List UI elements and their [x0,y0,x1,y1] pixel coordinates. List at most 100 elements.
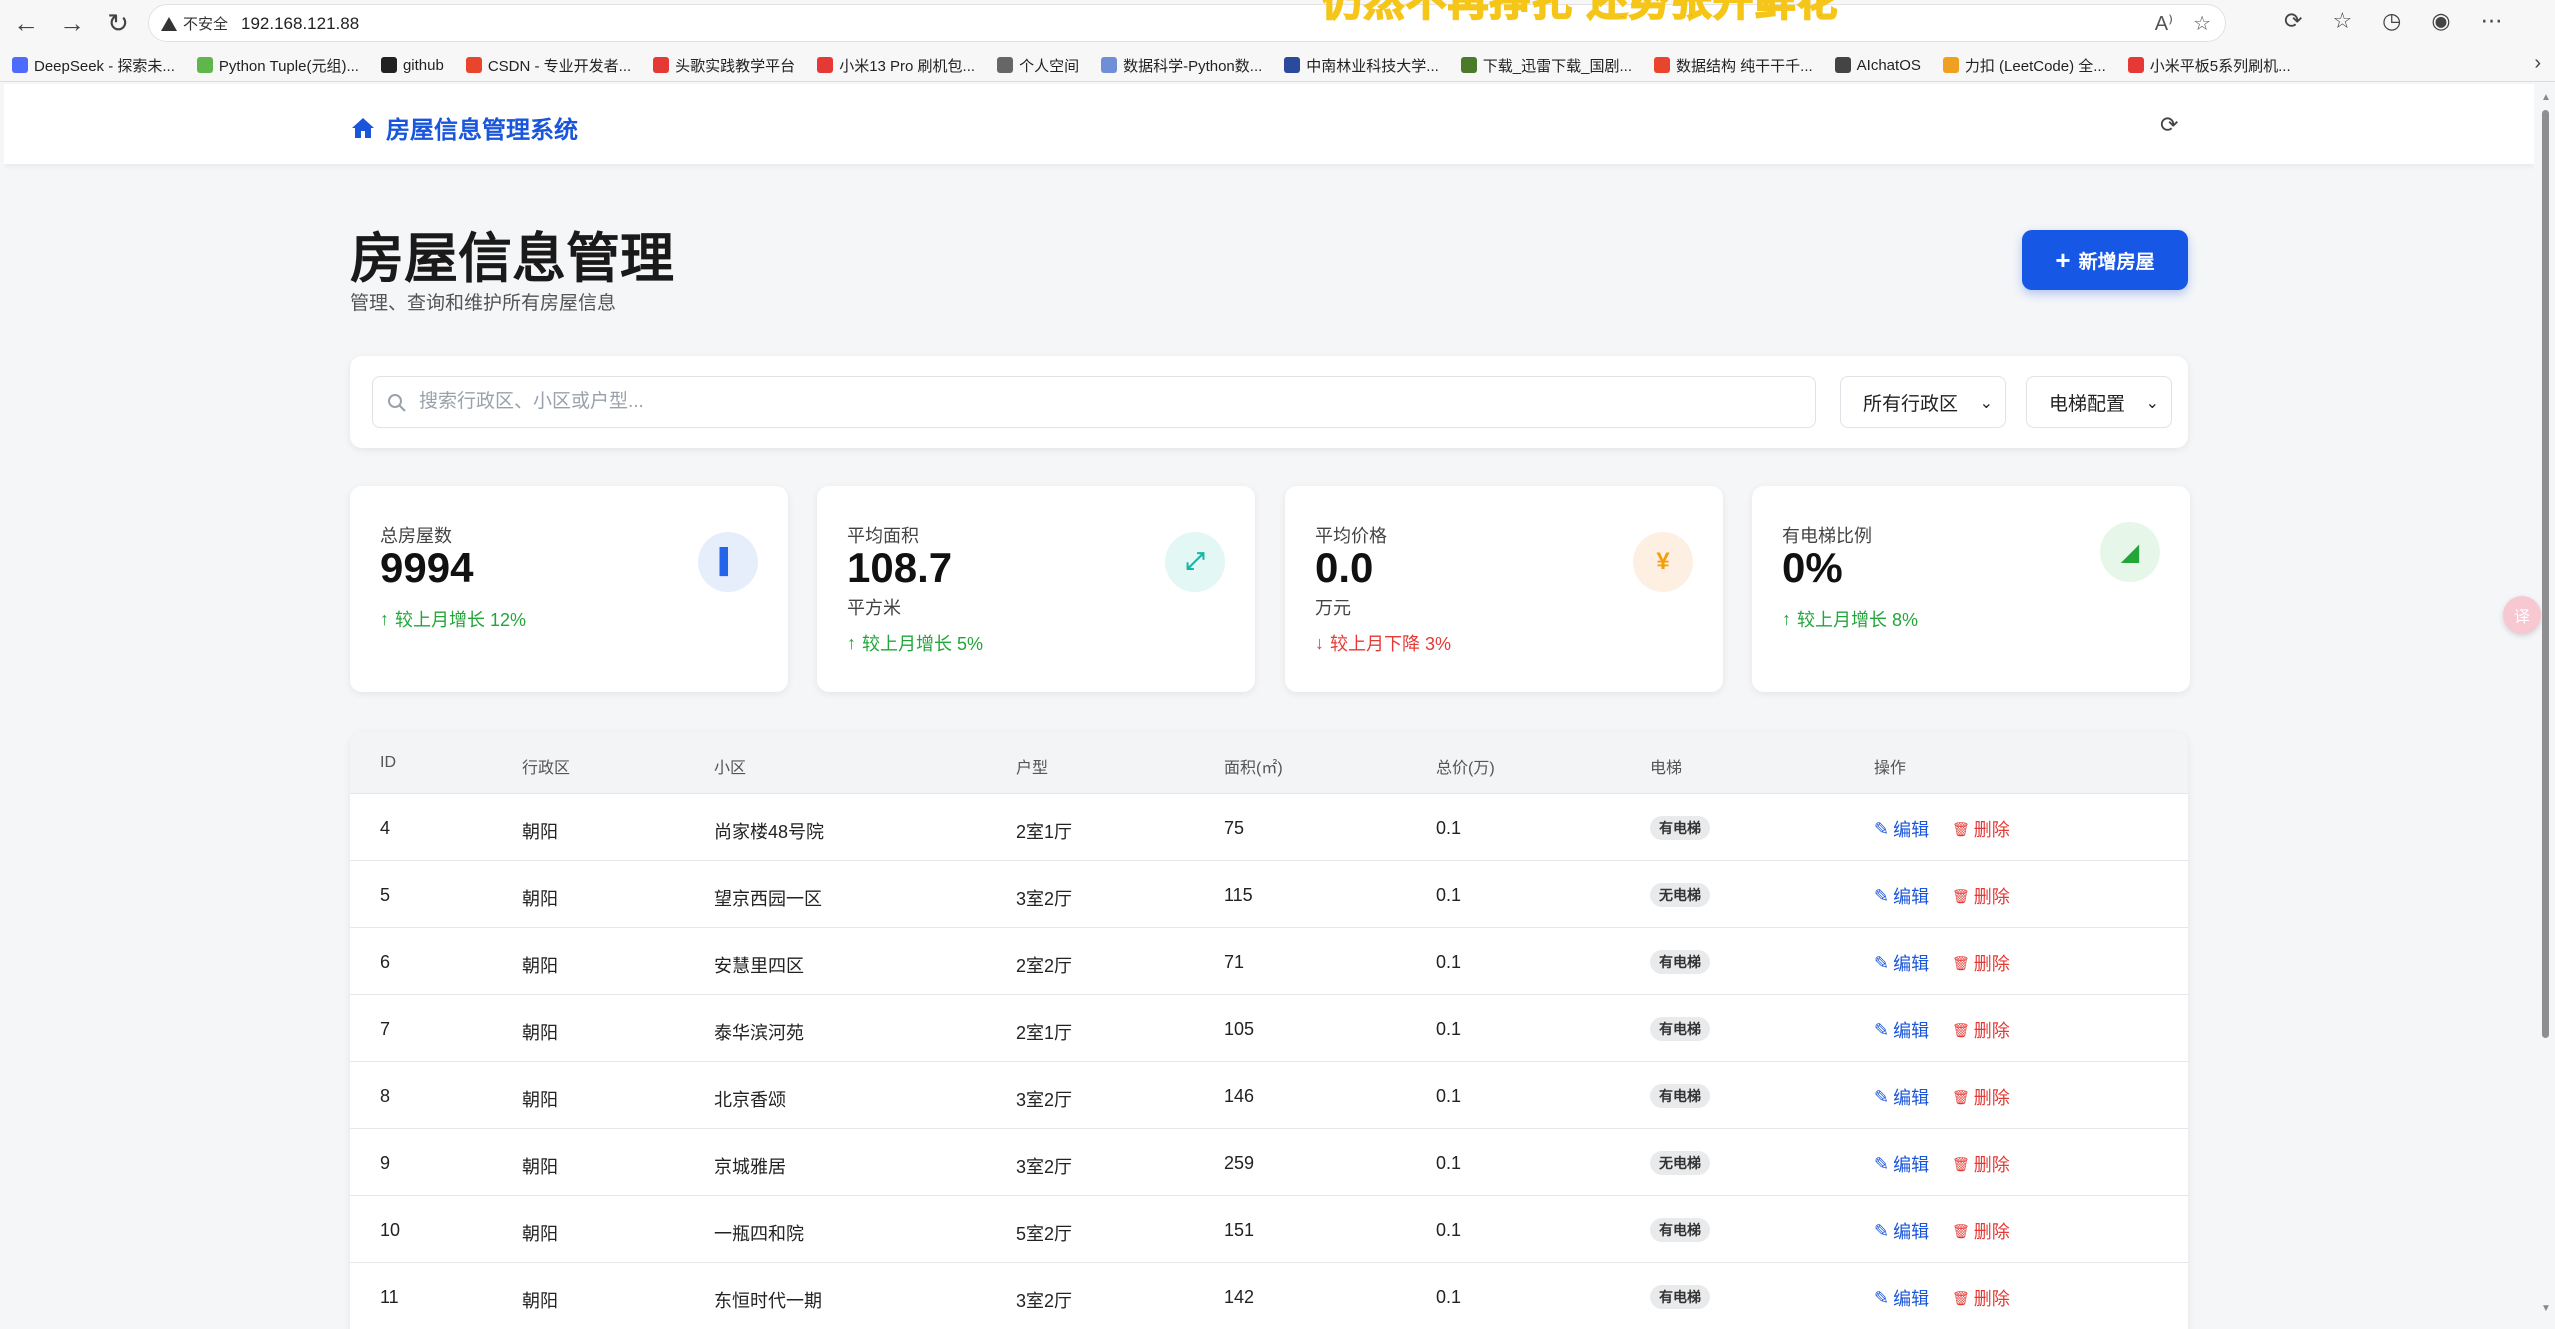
bookmark-item[interactable]: 头歌实践教学平台 [653,55,795,76]
profile-icon[interactable]: ◉ [2431,8,2450,34]
refresh-icon[interactable]: ⟳ [2160,112,2178,138]
bookmark-item[interactable]: 小米13 Pro 刷机包... [817,55,975,76]
page-scrollbar[interactable]: ▲ ▼ [2539,88,2551,1324]
delete-button[interactable]: 🗑 删除 [1952,883,2010,909]
extensions-icon[interactable]: ⟳ [2284,8,2302,34]
page-title: 房屋信息管理 [350,229,674,289]
browser-toolbar: ⟳ ☆ ◷ ◉ ⋯ [2284,8,2503,34]
stat-card: 有电梯比例 0% ↑ 较上月增长 8% ◢ [1752,486,2190,692]
edit-button[interactable]: ✎ 编辑 [1874,1017,1929,1043]
bookmark-label: 个人空间 [1019,57,1080,75]
banner-overlay-text: 仍然不再挣扎 还势张开鲜花 [1322,0,1840,22]
search-input[interactable] [419,377,1799,427]
elevator-badge: 有电梯 [1650,1218,1710,1242]
cell-id: 7 [380,1019,391,1039]
bookmark-favicon-icon [653,57,670,73]
address-bar-actions: A⁾ ☆ [2155,11,2211,36]
bookmark-item[interactable]: CSDN - 专业开发者... [465,55,631,76]
edit-button[interactable]: ✎ 编辑 [1874,1285,1929,1311]
stat-unit: 平方米 [847,598,901,618]
cell-id: 5 [380,885,391,905]
history-icon[interactable]: ◷ [2382,8,2401,34]
cell-community: 东恒时代一期 [714,1291,822,1311]
scroll-down-icon[interactable]: ▼ [2541,1303,2551,1314]
delete-button[interactable]: 🗑 删除 [1952,1218,2010,1244]
bookmark-item[interactable]: 小米平板5系列刷机... [2127,55,2291,76]
trash-icon: 🗑 [1952,1289,1970,1306]
bookmark-label: AIchatOS [1856,56,1921,74]
elevator-select[interactable]: 电梯配置 ⌄ [2026,376,2172,428]
stat-value: 9994 [380,544,474,591]
delete-button[interactable]: 🗑 删除 [1952,1285,2010,1311]
page-subtitle: 管理、查询和维护所有房屋信息 [350,293,617,314]
reload-icon[interactable]: ↻ [100,6,136,40]
favorite-star-icon[interactable]: ☆ [2193,11,2211,36]
scroll-up-icon[interactable]: ▲ [2541,92,2551,103]
edit-button[interactable]: ✎ 编辑 [1874,950,1929,976]
more-icon[interactable]: ⋯ [2481,8,2503,34]
cell-community: 京城雅居 [714,1157,786,1177]
scrollbar-thumb[interactable] [2542,110,2549,1038]
edit-button[interactable]: ✎ 编辑 [1874,816,1929,842]
stat-trend: ↑ 较上月增长 12% [380,606,526,632]
stat-trend-text: 较上月增长 8% [1797,610,1919,630]
brand-name: 房屋信息管理系统 [386,117,578,144]
trash-icon: 🗑 [1952,954,1970,971]
edit-label: 编辑 [1893,1222,1930,1242]
add-house-button[interactable]: + 新增房屋 [2022,230,2188,290]
forward-icon[interactable]: → [54,6,90,40]
bookmark-item[interactable]: 下载_迅雷下载_国剧... [1460,55,1632,76]
cell-district: 朝阳 [522,1090,558,1110]
security-indicator[interactable]: 不安全 [161,13,228,34]
bookmark-favicon-icon [196,57,213,73]
cell-area: 146 [1224,1086,1255,1106]
bookmark-favicon-icon [12,57,28,73]
read-aloud-icon[interactable]: A⁾ [2155,11,2173,36]
delete-button[interactable]: 🗑 删除 [1952,1084,2010,1110]
cell-area: 115 [1224,885,1253,905]
bookmark-item[interactable]: DeepSeek - 探索未... [12,55,175,76]
column-header: 行政区 [522,760,571,777]
edit-button[interactable]: ✎ 编辑 [1874,1151,1929,1177]
bookmark-item[interactable]: 数据科学-Python数... [1101,55,1262,76]
address-bar[interactable]: 不安全 192.168.121.88 A⁾ ☆ [148,4,2226,42]
search-box[interactable] [372,376,1816,428]
pencil-icon: ✎ [1874,1019,1890,1040]
cell-layout: 3室2厅 [1016,1090,1073,1110]
pencil-icon: ✎ [1874,952,1890,973]
bookmark-item[interactable]: AIchatOS [1834,56,1921,74]
top-navbar: 房屋信息管理系统 ⟳ [4,84,2534,164]
bookmark-favicon-icon [817,57,834,73]
table-row: 7 朝阳 泰华滨河苑 2室1厅 105 0.1 有电梯 ✎ 编辑 🗑 删除 [350,995,2188,1062]
district-select[interactable]: 所有行政区 ⌄ [1840,376,2006,428]
bookmark-item[interactable]: Python Tuple(元组)... [196,55,359,76]
bookmark-item[interactable]: 个人空间 [997,55,1079,76]
bookmark-favicon-icon [1654,57,1670,73]
delete-button[interactable]: 🗑 删除 [1952,1151,2010,1177]
edit-button[interactable]: ✎ 编辑 [1874,883,1929,909]
favorites-icon[interactable]: ☆ [2332,8,2352,34]
bookmark-item[interactable]: github [380,57,444,74]
bookmark-item[interactable]: 力扣 (LeetCode) 全... [1942,55,2106,76]
expand-icon: ⤢ [1165,532,1225,592]
edit-button[interactable]: ✎ 编辑 [1874,1218,1929,1244]
delete-button[interactable]: 🗑 删除 [1952,950,2010,976]
bookmark-item[interactable]: 中南林业科技大学... [1284,55,1439,76]
bookmarks-more-icon[interactable]: › [2534,52,2541,75]
delete-label: 删除 [1973,887,2010,907]
cell-price: 0.1 [1436,1287,1462,1307]
elevator-badge: 有电梯 [1650,816,1710,840]
bookmark-item[interactable]: 数据结构 纯干干千... [1654,55,1813,76]
table-row: 5 朝阳 望京西园一区 3室2厅 115 0.1 无电梯 ✎ 编辑 🗑 删除 [350,861,2188,928]
table-row: 9 朝阳 京城雅居 3室2厅 259 0.1 无电梯 ✎ 编辑 🗑 删除 [350,1129,2188,1196]
delete-button[interactable]: 🗑 删除 [1952,816,2010,842]
translate-float-button[interactable]: 译 [2503,596,2541,634]
bookmark-label: Python Tuple(元组)... [218,57,359,75]
edit-button[interactable]: ✎ 编辑 [1874,1084,1929,1110]
delete-button[interactable]: 🗑 删除 [1952,1017,2010,1043]
brand[interactable]: 房屋信息管理系统 [350,110,578,145]
stat-value: 108.7 [847,544,953,591]
cell-area: 142 [1224,1287,1255,1307]
back-icon[interactable]: ← [8,6,44,40]
url-text[interactable]: 192.168.121.88 [241,14,359,34]
